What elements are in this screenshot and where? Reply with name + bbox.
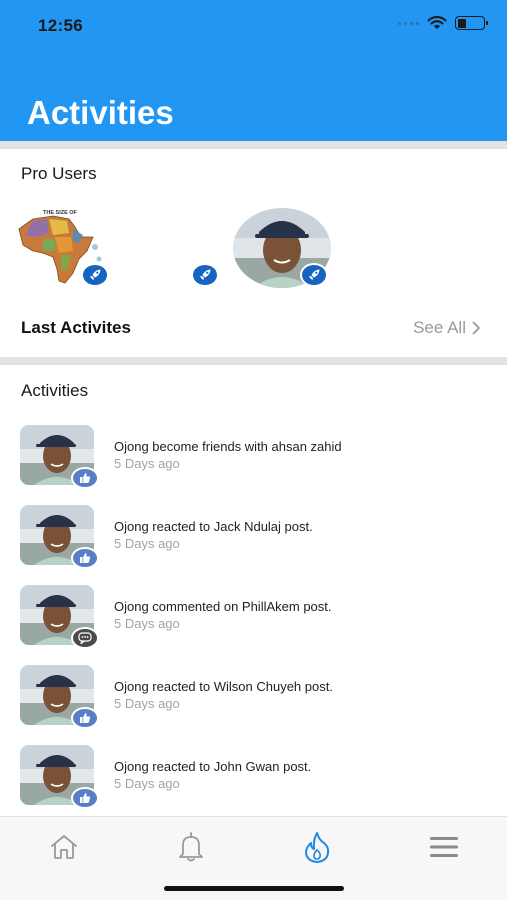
divider [0, 357, 507, 365]
activity-item[interactable]: Ojong reacted to John Gwan post. 5 Days a… [0, 745, 507, 817]
like-icon [80, 793, 91, 803]
like-icon [80, 473, 91, 483]
tab-activities[interactable] [297, 829, 337, 865]
activity-timestamp: 5 Days ago [114, 616, 180, 631]
rocket-icon [90, 269, 101, 280]
activity-timestamp: 5 Days ago [114, 536, 180, 551]
status-time: 12:56 [38, 16, 83, 35]
rocket-icon [200, 269, 211, 280]
like-icon [80, 553, 91, 563]
divider [0, 141, 507, 149]
see-all-link[interactable]: See All [413, 318, 481, 338]
activity-item[interactable]: Ojong commented on PhillAkem post. 5 Days… [0, 585, 507, 657]
page-title: Activities [27, 94, 174, 131]
rocket-badge [300, 263, 328, 287]
bell-icon [179, 832, 203, 862]
like-badge [71, 707, 99, 729]
activity-text: Ojong commented on PhillAkem post. [114, 599, 332, 614]
like-icon [80, 713, 91, 723]
activity-text: Ojong become friends with ahsan zahid [114, 439, 342, 454]
status-icons [398, 16, 488, 30]
activity-text: Ojong reacted to John Gwan post. [114, 759, 312, 774]
like-badge [71, 787, 99, 809]
activity-text: Ojong reacted to Wilson Chuyeh post. [114, 679, 333, 694]
rocket-icon [309, 269, 320, 280]
rocket-badge [191, 263, 219, 287]
flame-icon [305, 832, 330, 863]
activity-timestamp: 5 Days ago [114, 776, 180, 791]
activities-title: Activities [21, 381, 89, 400]
wifi-icon [427, 16, 447, 29]
activity-item[interactable]: Ojong reacted to Wilson Chuyeh post. 5 Da… [0, 665, 507, 737]
home-icon [51, 835, 77, 859]
like-badge [71, 547, 99, 569]
see-all-label: See All [413, 318, 466, 337]
rocket-badge [81, 263, 109, 287]
chevron-right-icon [472, 321, 481, 335]
last-activities-title: Last Activites [21, 318, 131, 337]
like-badge [71, 467, 99, 489]
signal-icon [398, 21, 419, 25]
app-header: 12:56 Activities [0, 0, 507, 141]
comment-icon [78, 632, 92, 644]
activity-text: Ojong reacted to Jack Ndulaj post. [114, 519, 313, 534]
tab-notifications[interactable] [171, 829, 211, 865]
menu-icon [430, 837, 458, 857]
activity-item[interactable]: Ojong reacted to Jack Ndulaj post. 5 Days… [0, 505, 507, 577]
svg-text:THE SIZE OF: THE SIZE OF [43, 210, 78, 216]
tab-home[interactable] [44, 829, 84, 865]
pro-users-title: Pro Users [21, 164, 97, 183]
activity-item[interactable]: Ojong become friends with ahsan zahid 5 D… [0, 425, 507, 497]
battery-icon [455, 16, 488, 30]
tab-menu[interactable] [424, 829, 464, 865]
comment-badge [71, 627, 99, 649]
home-indicator [164, 886, 344, 891]
activity-timestamp: 5 Days ago [114, 456, 180, 471]
activity-timestamp: 5 Days ago [114, 696, 180, 711]
